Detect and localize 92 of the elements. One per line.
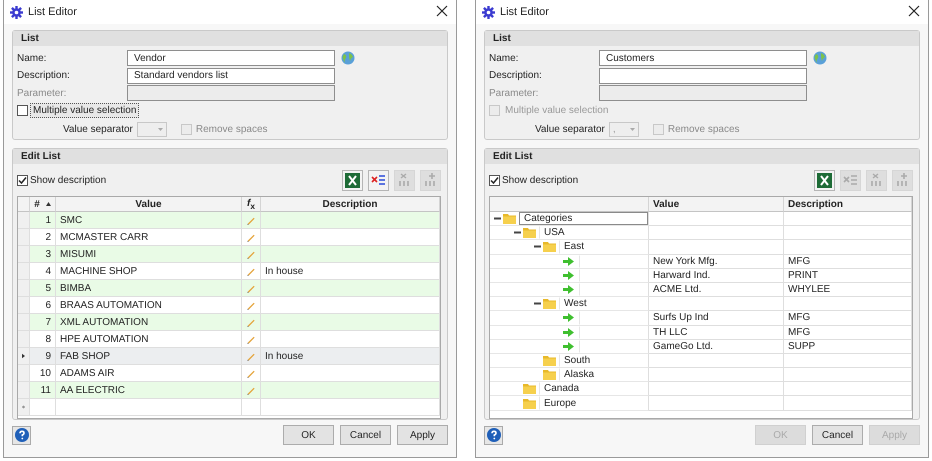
field-label: Description: bbox=[489, 70, 543, 82]
new-row-icon bbox=[22, 404, 25, 410]
table-cell bbox=[30, 399, 56, 416]
gear-icon bbox=[482, 6, 495, 18]
column-header[interactable]: Description bbox=[784, 197, 912, 212]
arrow-icon bbox=[563, 285, 574, 294]
toolbar-button[interactable] bbox=[814, 170, 835, 190]
remove-column-icon bbox=[398, 173, 411, 187]
tree-node[interactable]: Canada bbox=[539, 382, 648, 396]
tree-node[interactable]: USA bbox=[539, 226, 648, 240]
collapse-icon[interactable] bbox=[534, 245, 541, 248]
text-field[interactable]: Customers bbox=[599, 50, 807, 66]
delete-list-icon bbox=[371, 174, 386, 186]
collapse-icon[interactable] bbox=[494, 217, 501, 220]
column-header[interactable]: # bbox=[30, 197, 56, 212]
checkmark-icon bbox=[18, 176, 27, 184]
text-field[interactable]: Standard vendors list bbox=[127, 68, 335, 84]
delete-list-icon bbox=[843, 174, 858, 186]
checkbox-label[interactable]: Show description bbox=[30, 174, 106, 186]
folder-icon bbox=[543, 298, 556, 310]
text-field[interactable] bbox=[599, 68, 807, 84]
field-label: Name: bbox=[17, 52, 48, 64]
folder-icon bbox=[543, 369, 556, 380]
folder-icon bbox=[543, 354, 556, 366]
text-field[interactable]: Vendor bbox=[127, 50, 335, 66]
field-label: Value separator bbox=[63, 124, 133, 135]
gear-icon bbox=[10, 6, 23, 18]
checkmark-icon bbox=[490, 176, 499, 184]
checkbox-label[interactable]: Show description bbox=[502, 174, 578, 186]
column-header[interactable]: Value bbox=[56, 197, 242, 212]
column-header[interactable]: Value bbox=[649, 197, 784, 212]
current-row-icon bbox=[22, 353, 25, 359]
folder-icon bbox=[543, 241, 556, 252]
help-icon bbox=[486, 428, 500, 442]
toolbar-button[interactable] bbox=[368, 170, 389, 190]
dialog-button[interactable]: OK bbox=[283, 425, 334, 445]
tree-node[interactable]: Europe bbox=[539, 396, 648, 410]
tree-node[interactable]: West bbox=[559, 297, 648, 310]
window-title: List Editor bbox=[28, 6, 78, 18]
group-title: Edit List bbox=[485, 149, 919, 164]
spreadsheet-icon bbox=[345, 172, 360, 188]
arrow-icon bbox=[563, 256, 574, 266]
group-title: Edit List bbox=[13, 149, 447, 164]
folder-icon bbox=[503, 213, 516, 224]
column-header[interactable]: Description bbox=[261, 197, 440, 212]
remove-column-icon bbox=[870, 173, 883, 187]
tree-node[interactable]: South bbox=[559, 354, 648, 368]
globe-icon[interactable] bbox=[813, 51, 827, 66]
add-column-icon bbox=[896, 173, 909, 187]
dialog-button[interactable]: Cancel bbox=[812, 425, 863, 445]
checkbox[interactable] bbox=[17, 105, 28, 116]
tree-node[interactable]: Alaska bbox=[559, 368, 648, 382]
dropdown-icon bbox=[630, 128, 635, 131]
folder-icon bbox=[523, 398, 536, 409]
field-label: Value separator bbox=[535, 124, 605, 135]
field-label: Parameter: bbox=[17, 88, 68, 99]
close-button[interactable] bbox=[908, 5, 922, 19]
arrow-icon bbox=[563, 328, 574, 337]
field-label: Name: bbox=[489, 52, 520, 64]
folder-icon bbox=[523, 383, 536, 394]
close-icon bbox=[436, 5, 448, 17]
column-header[interactable]: f$_{x}$ bbox=[242, 197, 261, 212]
checkbox[interactable] bbox=[17, 174, 28, 186]
folder-icon bbox=[523, 227, 536, 238]
spreadsheet-icon bbox=[817, 172, 832, 188]
field-label: Description: bbox=[17, 70, 71, 82]
checkbox-label[interactable]: Multiple value selection bbox=[30, 103, 140, 118]
close-button[interactable] bbox=[436, 5, 450, 19]
help-button[interactable] bbox=[484, 426, 503, 444]
row-indicator[interactable] bbox=[18, 348, 30, 365]
arrow-icon bbox=[563, 270, 574, 280]
dialog-button[interactable]: Apply bbox=[397, 425, 448, 445]
arrow-icon bbox=[563, 313, 574, 322]
help-icon bbox=[14, 428, 28, 442]
dialog-button[interactable]: Cancel bbox=[340, 425, 391, 445]
group-title: List bbox=[13, 31, 447, 46]
arrow-icon bbox=[563, 342, 574, 351]
close-icon bbox=[908, 5, 920, 17]
checkbox[interactable] bbox=[489, 174, 500, 186]
group-title: List bbox=[485, 31, 919, 46]
collapse-icon[interactable] bbox=[534, 302, 541, 306]
dropdown-icon bbox=[158, 128, 163, 131]
window-title: List Editor bbox=[500, 6, 550, 18]
globe-icon[interactable] bbox=[341, 51, 355, 66]
field-label: Parameter: bbox=[489, 88, 540, 99]
tree-node[interactable]: Categories bbox=[519, 212, 648, 226]
help-button[interactable] bbox=[12, 426, 31, 444]
collapse-icon[interactable] bbox=[514, 231, 521, 234]
tree-node[interactable]: East bbox=[559, 240, 648, 254]
toolbar-button[interactable] bbox=[342, 170, 363, 190]
sort-icon bbox=[46, 202, 51, 206]
add-column-icon bbox=[424, 173, 437, 187]
